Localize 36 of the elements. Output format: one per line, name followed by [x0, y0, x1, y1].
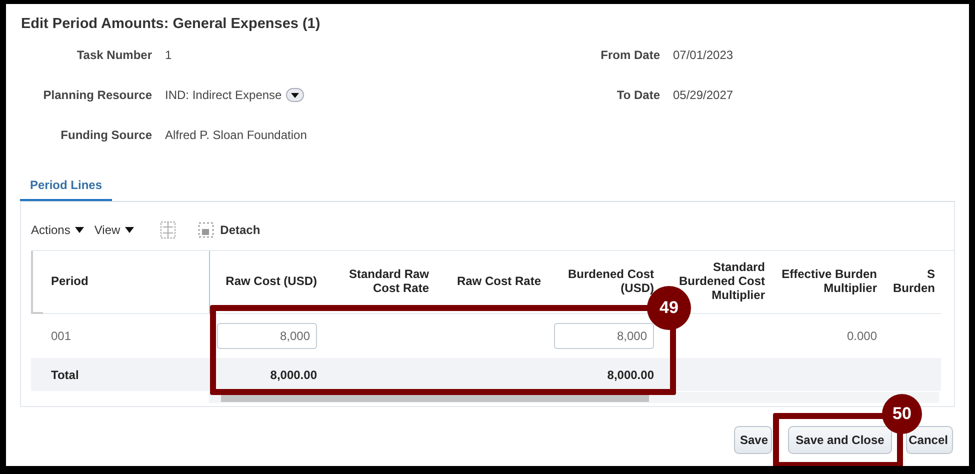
- dialog-button[interactable]: Save and Close: [788, 426, 892, 454]
- column-header: Effective Burden Multiplier: [771, 251, 883, 314]
- field-label: To Date: [616, 88, 660, 102]
- input-field[interactable]: 8,000: [554, 323, 654, 349]
- field-value: 07/01/2023: [673, 48, 734, 62]
- field-label: Planning Resource: [42, 88, 152, 102]
- menu-button[interactable]: View: [94, 223, 134, 237]
- detach-button[interactable]: Detach: [198, 222, 260, 238]
- tab[interactable]: Period Lines: [20, 172, 112, 201]
- caret-icon: [75, 227, 84, 233]
- field-value: 1: [165, 48, 172, 62]
- field-label: From Date: [600, 48, 660, 62]
- row-header-stub: [31, 251, 43, 314]
- total-label: Total: [51, 368, 79, 382]
- total-value: 8,000.00: [607, 368, 654, 382]
- input-field[interactable]: 8,000: [217, 323, 317, 349]
- dialog-button[interactable]: Cancel: [906, 426, 953, 454]
- column-header: Raw Cost Rate: [435, 251, 547, 314]
- column-header: Raw Cost (USD): [209, 251, 323, 314]
- table-cell: 001: [51, 329, 72, 343]
- field-label: Task Number: [76, 48, 152, 62]
- dialog-button[interactable]: Save: [734, 426, 772, 454]
- field-value: 05/29/2027: [673, 88, 734, 102]
- field-value: IND: Indirect Expense: [165, 88, 282, 102]
- detach-icon: [198, 222, 214, 238]
- caret-icon: [125, 227, 134, 233]
- column-header: Period: [43, 251, 209, 314]
- menu-button[interactable]: Actions: [31, 223, 84, 237]
- column-header: S Burden: [883, 251, 941, 314]
- field-value: Alfred P. Sloan Foundation: [165, 128, 307, 142]
- dialog-title: Edit Period Amounts: General Expenses (1): [21, 16, 322, 32]
- total-value: 8,000.00: [270, 368, 317, 382]
- column-header: Standard Raw Cost Rate: [323, 251, 435, 314]
- dropdown-icon[interactable]: [286, 88, 304, 102]
- field-label: Funding Source: [60, 128, 152, 142]
- table-cell: 0.000: [846, 329, 877, 343]
